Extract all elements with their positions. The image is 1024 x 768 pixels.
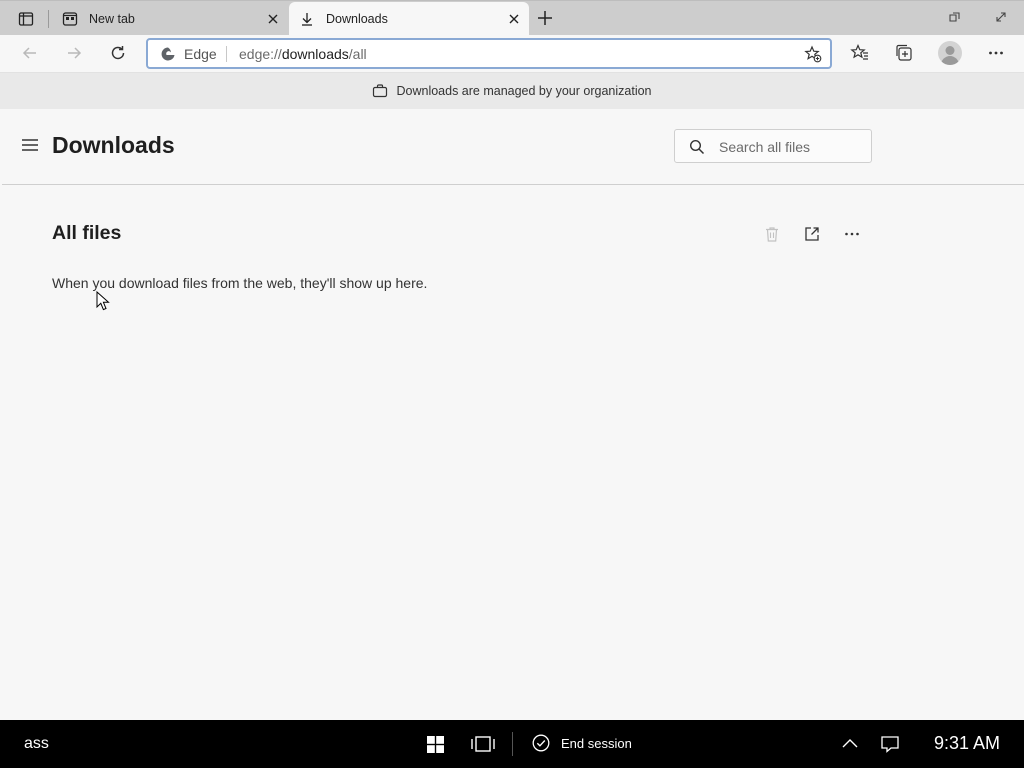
restore-window-button[interactable]	[948, 10, 962, 24]
tab-actions-icon	[18, 11, 34, 27]
favorites-icon	[850, 43, 870, 63]
trash-icon	[763, 225, 781, 243]
browser-toolbar: Edge edge://downloads/all	[0, 35, 1024, 72]
open-external-icon	[803, 225, 821, 243]
tab-new-tab[interactable]: New tab	[52, 2, 288, 36]
downloads-page: Downloads All files When you download fi…	[2, 109, 1024, 720]
notification-icon	[880, 734, 900, 754]
page-title: Downloads	[52, 132, 175, 158]
managed-notice-text: Downloads are managed by your organizati…	[396, 84, 652, 98]
user-icon	[938, 41, 962, 65]
refresh-button[interactable]	[106, 41, 130, 65]
empty-state-message: When you download files from the web, th…	[52, 275, 428, 291]
collections-icon	[894, 43, 914, 63]
tab-downloads[interactable]: Downloads	[289, 2, 529, 36]
more-horizontal-icon	[987, 44, 1005, 62]
settings-more-button[interactable]	[984, 41, 1008, 65]
tab-separator	[48, 10, 49, 28]
forward-button[interactable]	[62, 41, 86, 65]
newtab-icon	[62, 11, 78, 27]
taskbar-separator	[512, 732, 513, 756]
start-button[interactable]	[423, 732, 447, 756]
end-session-label: End session	[561, 735, 632, 751]
end-session-button[interactable]: End session	[532, 734, 632, 752]
address-bar[interactable]: Edge edge://downloads/all	[146, 38, 832, 69]
more-horizontal-icon	[843, 225, 861, 243]
search-box[interactable]	[674, 129, 872, 163]
tab-strip: New tab Downloads	[0, 0, 1024, 36]
more-options-button[interactable]	[841, 223, 863, 245]
site-identity-label: Edge	[184, 46, 217, 62]
expand-window-button[interactable]	[994, 10, 1008, 24]
task-view-icon	[470, 735, 496, 753]
chevron-up-icon	[841, 735, 859, 753]
windows-logo-icon	[426, 735, 444, 753]
search-icon	[689, 139, 705, 155]
profile-avatar[interactable]	[938, 41, 962, 65]
address-separator	[226, 46, 227, 62]
section-title: All files	[52, 222, 122, 244]
taskbar-clock[interactable]: 9:31 AM	[934, 733, 1000, 754]
page-header: Downloads	[2, 109, 1024, 185]
notifications-button[interactable]	[878, 732, 902, 756]
mouse-cursor-icon	[96, 291, 110, 311]
briefcase-icon	[372, 83, 388, 99]
url-path: /all	[348, 46, 367, 62]
new-tab-button[interactable]	[535, 8, 555, 28]
url-host: downloads	[281, 46, 349, 62]
back-arrow-icon	[21, 44, 39, 62]
taskbar-user-text: ass	[24, 735, 49, 752]
task-view-button[interactable]	[471, 732, 495, 756]
managed-by-organization-banner: Downloads are managed by your organizati…	[0, 72, 1024, 109]
expand-icon	[994, 10, 1008, 24]
back-button[interactable]	[18, 41, 42, 65]
tab-actions-button[interactable]	[10, 7, 42, 31]
download-icon	[299, 11, 315, 27]
plus-icon	[535, 8, 555, 28]
url-text[interactable]: edge://downloads/all	[239, 46, 367, 62]
delete-all-button[interactable]	[761, 223, 783, 245]
favorites-button[interactable]	[848, 41, 872, 65]
restore-icon	[948, 10, 962, 24]
close-icon[interactable]	[507, 12, 521, 26]
check-circle-icon	[532, 734, 550, 752]
menu-button[interactable]	[21, 138, 39, 152]
tab-title: Downloads	[326, 12, 388, 26]
collections-button[interactable]	[892, 41, 916, 65]
open-downloads-folder-button[interactable]	[801, 223, 823, 245]
tab-title: New tab	[89, 12, 135, 26]
url-scheme: edge://	[239, 46, 282, 62]
hamburger-icon	[21, 138, 39, 152]
add-favorite-icon[interactable]	[804, 45, 822, 63]
forward-arrow-icon	[65, 44, 83, 62]
taskbar: ass End session 9:31 AM	[0, 720, 1024, 768]
show-hidden-icons-button[interactable]	[838, 732, 862, 756]
search-input[interactable]	[719, 137, 864, 157]
edge-logo-icon	[160, 46, 176, 62]
refresh-icon	[109, 44, 127, 62]
close-icon[interactable]	[266, 12, 280, 26]
